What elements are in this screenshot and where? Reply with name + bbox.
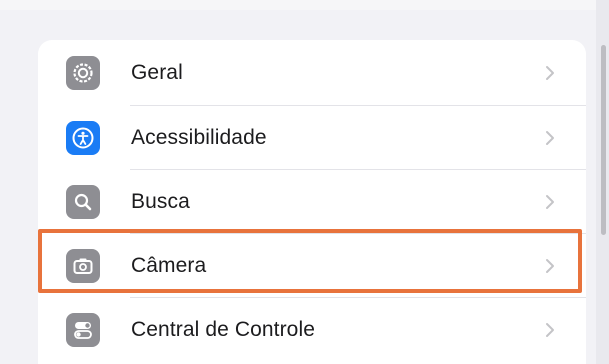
settings-list: Geral Acessibilidade Busca Câmera Centra… <box>38 40 586 364</box>
chevron-right-icon <box>546 259 554 273</box>
top-bar <box>0 0 609 10</box>
settings-item-central-de-controle[interactable]: Central de Controle <box>38 298 586 362</box>
gear-icon <box>66 56 100 90</box>
search-icon <box>66 185 100 219</box>
settings-item-label: Central de Controle <box>131 318 315 341</box>
scrollbar-thumb[interactable] <box>601 45 606 235</box>
settings-item-label: Acessibilidade <box>131 126 267 149</box>
control-center-icon <box>66 313 100 347</box>
accessibility-icon <box>66 121 100 155</box>
settings-item-label: Câmera <box>131 254 207 277</box>
settings-item-busca[interactable]: Busca <box>38 170 586 234</box>
chevron-right-icon <box>546 323 554 337</box>
chevron-right-icon <box>546 195 554 209</box>
settings-item-acessibilidade[interactable]: Acessibilidade <box>38 106 586 170</box>
camera-icon <box>66 249 100 283</box>
chevron-right-icon <box>546 66 554 80</box>
settings-item-label: Geral <box>131 61 183 84</box>
scroll-track <box>596 0 609 364</box>
settings-item-label: Busca <box>131 190 190 213</box>
chevron-right-icon <box>546 131 554 145</box>
settings-item-geral[interactable]: Geral <box>38 40 586 106</box>
settings-item-camera[interactable]: Câmera <box>38 234 586 298</box>
settings-page: Geral Acessibilidade Busca Câmera Centra… <box>0 0 609 364</box>
